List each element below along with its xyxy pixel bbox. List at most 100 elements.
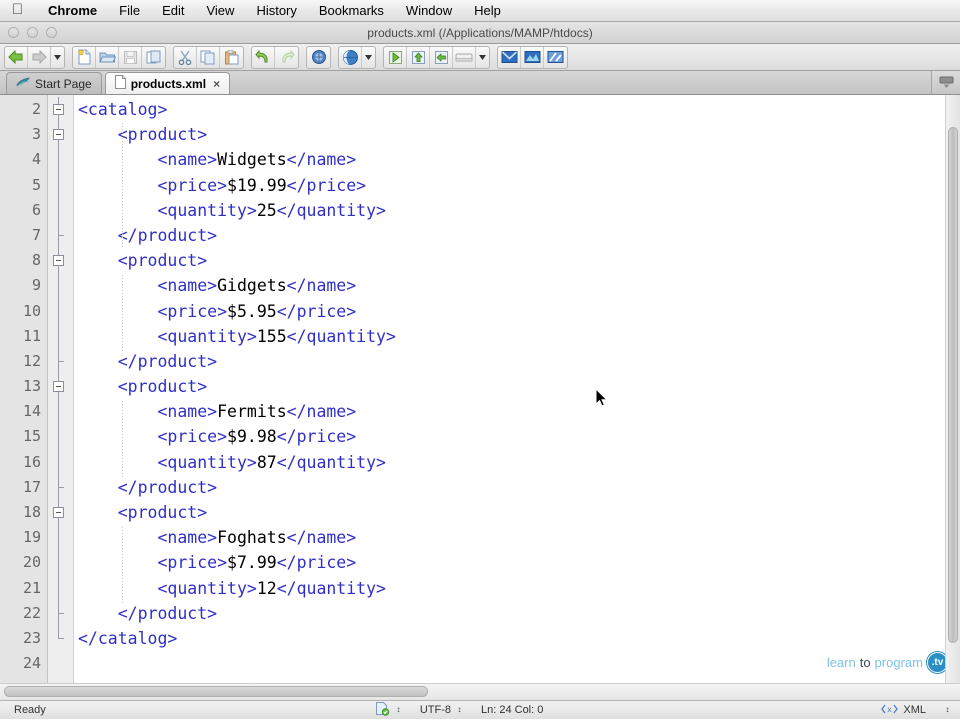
fold-collapse-icon[interactable]	[53, 104, 64, 115]
back-button[interactable]	[5, 46, 28, 68]
find-button[interactable]	[307, 47, 330, 68]
tab-products-xml[interactable]: products.xml ×	[104, 72, 231, 94]
fold-cell[interactable]	[48, 374, 73, 399]
fold-collapse-icon[interactable]	[53, 255, 64, 267]
apple-logo-icon[interactable]: 	[10, 1, 25, 18]
code-folding-gutter[interactable]	[48, 95, 74, 683]
save-all-button[interactable]	[142, 47, 165, 68]
code-line[interactable]: <product>	[74, 248, 960, 273]
ftp-panel-button[interactable]	[498, 46, 521, 68]
code-text-area[interactable]: <catalog> <product> <name>Widgets</name>…	[74, 95, 960, 683]
fold-cell[interactable]	[48, 97, 73, 122]
code-line[interactable]: </product>	[74, 349, 960, 374]
menu-item-view[interactable]: View	[195, 1, 245, 21]
fold-end-marker	[58, 600, 64, 614]
code-line[interactable]: <name>Gidgets</name>	[74, 273, 960, 298]
line-number: 3	[31, 125, 41, 144]
fold-end-marker	[58, 474, 64, 488]
menu-item-edit[interactable]: Edit	[151, 1, 195, 21]
line-number-gutter: 2 3 4 5 6 7 8 9 10 11 12 13 14 15 16 17 18 19 20 21 22 23 24	[0, 95, 48, 683]
vertical-scrollbar[interactable]	[945, 95, 960, 683]
code-line[interactable]: <price>$9.98</price>	[74, 424, 960, 449]
preview-browser-button[interactable]	[339, 46, 362, 68]
fold-collapse-icon[interactable]	[53, 381, 64, 393]
code-line[interactable]: <quantity>87</quantity>	[74, 450, 960, 475]
code-line[interactable]: <quantity>12</quantity>	[74, 576, 960, 601]
start-page-icon	[16, 76, 30, 92]
document-check-icon	[375, 701, 390, 719]
tab-start-page[interactable]: Start Page	[6, 72, 102, 94]
file-button-group	[72, 45, 166, 69]
code-line[interactable]: <product>	[74, 374, 960, 399]
status-language[interactable]: x XML	[872, 701, 935, 720]
run-button[interactable]	[384, 46, 407, 68]
paste-button[interactable]	[220, 47, 243, 68]
fold-cell[interactable]	[48, 500, 73, 525]
code-line[interactable]: <product>	[74, 500, 960, 525]
application-window:  Chrome File Edit View History Bookmark…	[0, 0, 960, 720]
status-encoding[interactable]: UTF-8 ↕	[411, 701, 472, 720]
copy-button[interactable]	[197, 46, 220, 68]
code-line[interactable]: <name>Foghats</name>	[74, 525, 960, 550]
menu-item-bookmarks[interactable]: Bookmarks	[308, 1, 395, 21]
code-line[interactable]: <quantity>25</quantity>	[74, 198, 960, 223]
status-language-stepper[interactable]: ↕	[944, 706, 951, 714]
code-line[interactable]: <product>	[74, 122, 960, 147]
history-dropdown[interactable]	[51, 47, 64, 68]
horizontal-scrollbar[interactable]	[0, 683, 960, 700]
new-file-button[interactable]	[73, 46, 96, 68]
forward-button[interactable]	[28, 46, 51, 68]
fold-cell	[48, 424, 73, 449]
fold-cell[interactable]	[48, 122, 73, 147]
open-folder-button[interactable]	[96, 46, 119, 68]
code-line[interactable]: <catalog>	[74, 97, 960, 122]
indent-guide	[122, 527, 123, 603]
status-encoding-stepper[interactable]: ↕	[456, 706, 463, 714]
layout-dropdown[interactable]	[476, 47, 489, 68]
cut-button[interactable]	[174, 46, 197, 68]
fold-cell	[48, 600, 73, 626]
zoom-window-button[interactable]	[46, 27, 57, 38]
code-line[interactable]: </product>	[74, 475, 960, 500]
code-line[interactable]: </product>	[74, 601, 960, 626]
close-window-button[interactable]	[8, 27, 19, 38]
tab-close-icon[interactable]: ×	[213, 77, 220, 91]
minimize-panel-button[interactable]	[931, 71, 960, 94]
status-doc-stepper[interactable]: ↕	[395, 706, 402, 714]
fold-cell	[48, 147, 73, 172]
menu-item-file[interactable]: File	[108, 1, 151, 21]
fold-cell[interactable]	[48, 248, 73, 273]
watermark-part-b: to	[859, 655, 871, 670]
undo-button[interactable]	[252, 46, 275, 68]
redo-button[interactable]	[275, 47, 298, 68]
code-line[interactable]: </catalog>	[74, 626, 960, 651]
code-line[interactable]: <price>$19.99</price>	[74, 173, 960, 198]
status-document-type[interactable]: ↕	[366, 701, 411, 720]
upload-button[interactable]	[407, 46, 430, 68]
tools-panel-button[interactable]	[544, 47, 567, 68]
minimize-window-button[interactable]	[27, 27, 38, 38]
save-button[interactable]	[119, 46, 142, 68]
code-line[interactable]: <price>$7.99</price>	[74, 550, 960, 575]
horizontal-scrollbar-thumb[interactable]	[4, 686, 428, 697]
menu-item-help[interactable]: Help	[463, 1, 512, 21]
code-editor[interactable]: 2 3 4 5 6 7 8 9 10 11 12 13 14 15 16 17 18 19 20 21 22 23 24 <…	[0, 95, 960, 683]
fold-collapse-icon[interactable]	[53, 129, 64, 141]
menu-item-chrome[interactable]: Chrome	[37, 1, 108, 21]
preview-dropdown[interactable]	[362, 47, 375, 68]
menu-item-window[interactable]: Window	[395, 1, 463, 21]
code-line[interactable]: <name>Widgets</name>	[74, 147, 960, 172]
fold-collapse-icon[interactable]	[53, 507, 64, 518]
preview-button-group	[338, 45, 376, 69]
menu-item-history[interactable]: History	[245, 1, 307, 21]
vertical-scrollbar-thumb[interactable]	[948, 127, 958, 643]
status-language-stepper-cell[interactable]: ↕	[935, 701, 960, 720]
code-line[interactable]: <quantity>155</quantity>	[74, 324, 960, 349]
database-panel-button[interactable]	[521, 46, 544, 68]
code-line[interactable]: <price>$5.95</price>	[74, 299, 960, 324]
code-line[interactable]: </product>	[74, 223, 960, 248]
code-line[interactable]: <name>Fermits</name>	[74, 399, 960, 424]
layout-button[interactable]	[453, 46, 476, 68]
download-button[interactable]	[430, 46, 453, 68]
line-number: 18	[22, 503, 41, 521]
